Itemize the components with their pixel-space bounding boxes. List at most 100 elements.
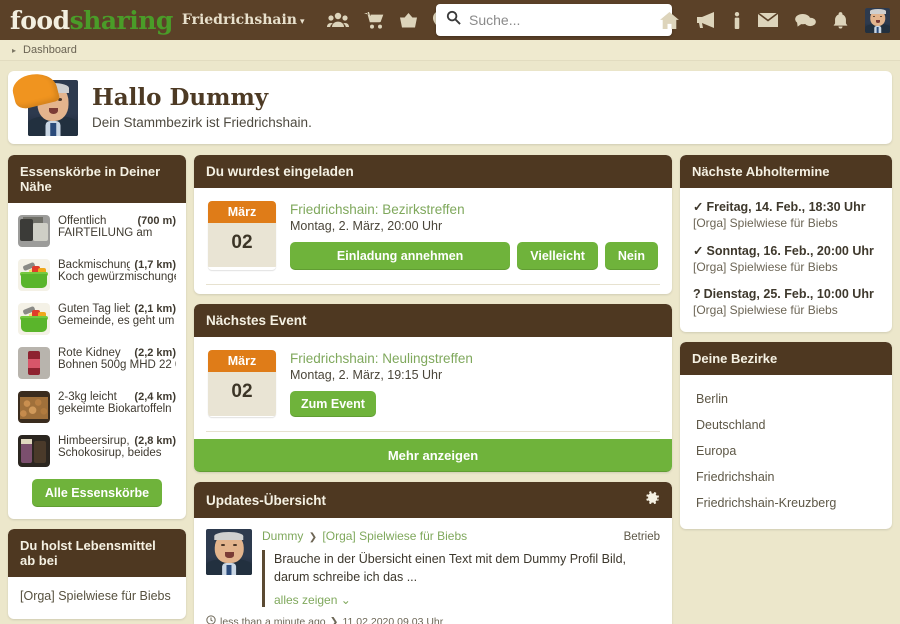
basket-description: Koch gewürzmischungen <box>58 271 176 283</box>
basket-title: Backmischung , <box>58 259 131 271</box>
clock-icon <box>206 615 216 624</box>
appointments-title: Nächste Abholtermine <box>680 155 892 188</box>
basket-icon[interactable] <box>399 12 418 29</box>
list-item[interactable]: 2-3kg leicht (2,4 km) gekeimte Biokartof… <box>16 385 178 429</box>
accept-invitation-button[interactable]: Einladung annehmen <box>290 242 511 270</box>
basket-thumbnail <box>18 435 50 467</box>
list-item[interactable]: ✓ Freitag, 14. Feb., 18:30 Uhr [Orga] Spi… <box>693 199 879 230</box>
status-mark-icon: ✓ <box>693 200 704 214</box>
chevron-down-icon: ▾ <box>300 17 305 27</box>
page-title: Hallo Dummy <box>92 84 269 112</box>
next-event-name[interactable]: Friedrichshain: Neulingstreffen <box>290 351 658 366</box>
updates-title: Updates-Übersicht <box>206 492 327 508</box>
info-icon[interactable] <box>733 11 741 29</box>
show-more-button[interactable]: Mehr anzeigen <box>194 439 672 472</box>
list-item[interactable]: Himbeersirup, (2,8 km) Schokosirup, beid… <box>16 429 178 473</box>
list-item[interactable]: Rote Kidney (2,2 km) Bohnen 500g MHD 22 … <box>16 341 178 385</box>
food-baskets-title: Essenskörbe in Deiner Nähe <box>8 155 186 203</box>
basket-description: Bohnen 500g MHD 22 08 <box>58 359 176 371</box>
search-box[interactable] <box>436 4 672 36</box>
breadcrumb-item-dashboard[interactable]: Dashboard <box>23 44 77 56</box>
districts-panel: Deine Bezirke Berlin Deutschland Europa … <box>680 342 892 529</box>
update-author-name[interactable]: Dummy <box>262 529 303 543</box>
show-all-link[interactable]: alles zeigen ⌄ <box>274 593 660 607</box>
basket-title: Rote Kidney <box>58 347 121 359</box>
appointments-panel: Nächste Abholtermine ✓ Freitag, 14. Feb.,… <box>680 155 892 332</box>
basket-thumbnail <box>18 303 50 335</box>
chevron-down-icon: ⌄ <box>340 593 351 608</box>
invitation-event-datetime: Montag, 2. März, 20:00 Uhr <box>290 219 443 233</box>
timestamp-separator-icon: ❯ <box>329 615 339 624</box>
all-baskets-button[interactable]: Alle Essenskörbe <box>31 479 163 507</box>
next-event-datetime: Montag, 2. März, 19:15 Uhr <box>290 368 443 382</box>
gear-icon[interactable] <box>645 491 660 509</box>
list-item[interactable]: ? Dienstag, 25. Feb., 10:00 Uhr [Orga] Sp… <box>693 287 879 317</box>
calendar-day: 02 <box>208 372 276 416</box>
greeting-banner: Hallo Dummy Dein Stammbezirk ist Friedri… <box>8 68 892 144</box>
update-text: Brauche in der Übersicht einen Text mit … <box>274 552 626 585</box>
update-entry: Dummy ❯ [Orga] Spielwiese für Biebs Betr… <box>194 518 672 608</box>
pickup-location-value[interactable]: [Orga] Spielwiese für Biebs <box>8 577 186 619</box>
basket-distance: (2,1 km) <box>134 303 176 315</box>
update-author-avatar[interactable] <box>206 529 252 575</box>
search-input[interactable] <box>469 12 662 28</box>
basket-description: Gemeinde, es geht um eine <box>58 315 176 327</box>
calendar-month: März <box>208 350 276 372</box>
region-selector[interactable]: Friedrichshain ▾ <box>182 12 305 28</box>
chat-icon[interactable] <box>795 13 816 28</box>
basket-thumbnail <box>18 391 50 423</box>
user-avatar[interactable] <box>865 7 890 33</box>
updates-panel: Updates-Übersicht Dummy ❯ [Orga] Spielwi… <box>194 482 672 624</box>
appointment-datetime: Sonntag, 16. Feb., 20:00 Uhr <box>706 244 874 258</box>
logo-food: food <box>10 5 70 35</box>
district-item[interactable]: Friedrichshain-Kreuzberg <box>680 490 892 516</box>
envelope-icon[interactable] <box>758 13 778 27</box>
group-icon[interactable] <box>326 12 349 28</box>
timestamp-absolute: 11.02.2020 09.03 Uhr <box>342 615 444 624</box>
appointment-when: ? Dienstag, 25. Feb., 10:00 Uhr <box>693 287 879 301</box>
update-target-name[interactable]: [Orga] Spielwiese für Biebs <box>322 529 467 543</box>
breadcrumb: ▸ Dashboard <box>0 40 900 61</box>
main-column: Du wurdest eingeladen März 02 Friedrichs… <box>194 155 672 624</box>
district-item[interactable]: Deutschland <box>680 412 892 438</box>
logo-sharing: sharing <box>69 5 174 35</box>
update-timestamp: less than a minute ago ❯ 11.02.2020 09.0… <box>194 607 672 624</box>
maybe-button[interactable]: Vielleicht <box>517 242 598 270</box>
secondary-nav-icons <box>660 0 890 40</box>
home-icon[interactable] <box>660 11 679 29</box>
search-icon <box>446 10 461 30</box>
list-item[interactable]: ✓ Sonntag, 16. Feb., 20:00 Uhr [Orga] Spi… <box>693 243 879 274</box>
appointment-datetime: Freitag, 14. Feb., 18:30 Uhr <box>706 200 866 214</box>
list-item[interactable]: Guten Tag liebe (2,1 km) Gemeinde, es ge… <box>16 297 178 341</box>
primary-nav-icons <box>326 11 447 29</box>
invitation-event-title[interactable]: Friedrichshain: Bezirkstreffen <box>290 202 658 217</box>
basket-distance: (1,7 km) <box>134 259 176 271</box>
dashboard-columns: Essenskörbe in Deiner Nähe Öffentlich (7… <box>0 144 900 624</box>
megaphone-icon[interactable] <box>696 12 716 28</box>
basket-description: Schokosirup, beides <box>58 447 162 459</box>
timestamp-relative: less than a minute ago <box>220 615 326 624</box>
show-all-label: alles zeigen <box>274 593 338 608</box>
bell-icon[interactable] <box>833 11 848 29</box>
greeting-avatar <box>9 68 78 136</box>
list-item[interactable]: Backmischung , (1,7 km) Koch gewürzmisch… <box>16 253 178 297</box>
cart-icon[interactable] <box>363 11 384 29</box>
food-baskets-list: Öffentlich (700 m) FAIRTEILUNG am Backmi… <box>8 203 186 475</box>
calendar-month: März <box>208 201 276 223</box>
site-logo[interactable]: foodsharing <box>10 6 173 35</box>
breadcrumb-arrow-icon: ▸ <box>12 45 17 55</box>
district-item[interactable]: Europa <box>680 438 892 464</box>
appointment-place: [Orga] Spielwiese für Biebs <box>693 303 838 317</box>
status-mark-icon: ✓ <box>693 244 704 258</box>
right-sidebar: Nächste Abholtermine ✓ Freitag, 14. Feb.,… <box>680 155 892 539</box>
district-item[interactable]: Friedrichshain <box>680 464 892 490</box>
basket-thumbnail <box>18 215 50 247</box>
districts-title: Deine Bezirke <box>680 342 892 375</box>
basket-distance: (2,8 km) <box>134 435 176 447</box>
district-item[interactable]: Berlin <box>680 386 892 412</box>
decline-button[interactable]: Nein <box>604 242 658 270</box>
list-item[interactable]: Öffentlich (700 m) FAIRTEILUNG am <box>16 209 178 253</box>
go-to-event-button[interactable]: Zum Event <box>290 391 376 417</box>
basket-distance: (2,2 km) <box>134 347 176 359</box>
update-quote: Brauche in der Übersicht einen Text mit … <box>262 550 660 608</box>
